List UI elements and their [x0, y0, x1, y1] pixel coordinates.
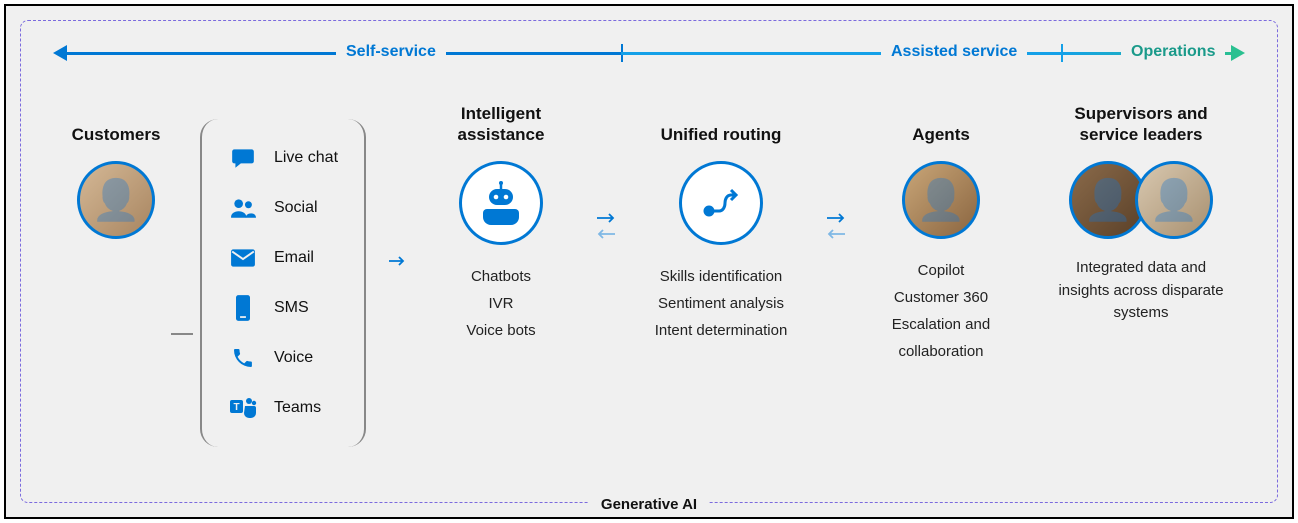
- sub-item: Sentiment analysis: [655, 290, 788, 317]
- customers-title: Customers: [72, 101, 161, 145]
- sms-icon: [228, 293, 258, 323]
- teams-icon: T: [228, 393, 258, 423]
- sub-item: Voice bots: [466, 317, 535, 344]
- service-tier-bar: Self-service Assisted service Operations: [61, 41, 1237, 71]
- channel-label: SMS: [274, 299, 309, 317]
- supervisors-column: Supervisors and service leaders Integrat…: [1051, 101, 1231, 325]
- chat-icon: [228, 143, 258, 173]
- sub-item: Skills identification: [655, 263, 788, 290]
- routing-sub-list: Skills identification Sentiment analysis…: [655, 263, 788, 344]
- intelligent-sub-list: Chatbots IVR Voice bots: [466, 263, 535, 344]
- channel-email: Email: [228, 233, 338, 283]
- channel-label: Email: [274, 249, 314, 267]
- sub-item: Customer 360: [861, 284, 1021, 311]
- voice-icon: [228, 343, 258, 373]
- routing-title: Unified routing: [661, 101, 782, 145]
- agents-column: Agents Copilot Customer 360 Escalation a…: [861, 101, 1021, 365]
- social-icon: [228, 193, 258, 223]
- channel-voice: Voice: [228, 333, 338, 383]
- intelligent-title: Intelligent assistance: [421, 101, 581, 145]
- channel-label: Teams: [274, 399, 321, 417]
- supervisors-title: Supervisors and service leaders: [1051, 101, 1231, 145]
- channels-column: Live chat Social Email: [193, 119, 373, 447]
- self-service-label: Self-service: [336, 43, 446, 61]
- bot-icon: [459, 161, 543, 245]
- generative-ai-label: Generative AI: [589, 496, 709, 513]
- arrow-right-connector: [373, 101, 421, 421]
- routing-icon: [679, 161, 763, 245]
- channel-label: Social: [274, 199, 318, 217]
- channel-label: Voice: [274, 349, 313, 367]
- channel-label: Live chat: [274, 149, 338, 167]
- agents-sub-list: Copilot Customer 360 Escalation and coll…: [861, 257, 1021, 365]
- assisted-service-label: Assisted service: [881, 43, 1027, 61]
- supervisors-sub-text: Integrated data and insights across disp…: [1051, 257, 1231, 325]
- svg-text:T: T: [233, 402, 239, 413]
- arrow-right-icon: [1231, 45, 1245, 61]
- channel-live-chat: Live chat: [228, 133, 338, 183]
- agents-title: Agents: [912, 101, 970, 145]
- sub-item: Escalation and collaboration: [861, 311, 1021, 365]
- channel-social: Social: [228, 183, 338, 233]
- supervisor-avatars: [1069, 161, 1213, 239]
- supervisor-avatar-2: [1135, 161, 1213, 239]
- email-icon: [228, 243, 258, 273]
- intelligent-assistance-column: Intelligent assistance Chatbots IVR Voic…: [421, 101, 581, 344]
- sub-item: Intent determination: [655, 317, 788, 344]
- bidirectional-connector: [581, 101, 631, 351]
- agent-avatar: [902, 161, 980, 239]
- channels-bracket: Live chat Social Email: [200, 119, 366, 447]
- flow-row: Customers Live chat: [61, 101, 1237, 447]
- unified-routing-column: Unified routing Skills identification Se…: [631, 101, 811, 344]
- generative-ai-boundary: Self-service Assisted service Operations…: [20, 20, 1278, 503]
- customer-avatar: [77, 161, 155, 239]
- sub-item: IVR: [466, 290, 535, 317]
- sub-item: Chatbots: [466, 263, 535, 290]
- customers-column: Customers: [61, 101, 171, 239]
- diagram-frame: Self-service Assisted service Operations…: [4, 4, 1294, 519]
- connector-line: [171, 333, 193, 335]
- sub-item: Copilot: [861, 257, 1021, 284]
- bidirectional-connector: [811, 101, 861, 351]
- channel-sms: SMS: [228, 283, 338, 333]
- channel-teams: T Teams: [228, 383, 338, 433]
- operations-label: Operations: [1121, 43, 1225, 61]
